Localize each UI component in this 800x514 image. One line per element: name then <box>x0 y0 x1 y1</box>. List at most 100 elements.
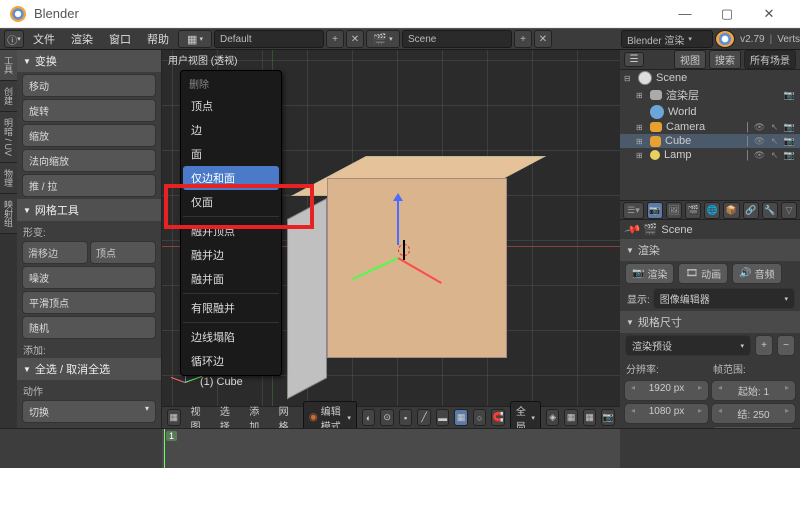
close-button[interactable]: ✕ <box>748 2 790 26</box>
prop-tab-scene[interactable]: 🎬 <box>685 202 701 219</box>
preset-add-button[interactable]: + <box>755 335 773 356</box>
outliner-editor-icon[interactable]: ☰ <box>624 52 644 67</box>
tab-shading-uv[interactable]: 明暗 / UV <box>0 112 17 163</box>
3d-viewport[interactable]: 用户视图 (透视) zy (1) Cube 删除 顶点 边 面 仅边和面 仅面 <box>162 50 620 428</box>
btn-scale[interactable]: 缩放 <box>22 124 156 147</box>
editor-type-icon[interactable]: ▦ <box>167 409 181 426</box>
minimize-button[interactable]: — <box>664 2 706 26</box>
scene-remove-button[interactable]: ✕ <box>534 30 552 48</box>
outliner-filter[interactable]: 所有场景 <box>744 50 796 69</box>
render-icon[interactable]: 📷 <box>783 136 796 147</box>
cursor-icon[interactable]: ↖ <box>768 122 781 133</box>
pin-icon[interactable]: 📌 <box>624 220 642 238</box>
layout-remove-button[interactable]: ✕ <box>346 30 364 48</box>
prop-tab-data[interactable]: ▽ <box>781 202 797 219</box>
eye-icon[interactable]: 👁 <box>753 136 766 147</box>
render-icon[interactable]: 📷 <box>783 122 796 133</box>
outliner-renderlayers[interactable]: ⊞ 渲染层 📷 <box>620 86 800 104</box>
vp-menu-view[interactable]: 视图 <box>186 403 210 429</box>
outliner-camera[interactable]: ⊞ Camera | 👁↖📷 <box>620 120 800 134</box>
btn-noise[interactable]: 噪波 <box>22 266 156 289</box>
vp-menu-select[interactable]: 选择 <box>215 403 239 429</box>
btn-randomize[interactable]: 随机 <box>22 316 156 339</box>
render-panel-header[interactable]: 渲染 <box>620 239 800 261</box>
layout-selector[interactable]: Default <box>214 30 324 48</box>
limit-selection-icon[interactable]: ▦ <box>454 409 468 426</box>
restrict-render-icon[interactable]: 📷 <box>783 90 796 101</box>
ctx-faces[interactable]: 面 <box>183 142 279 166</box>
btn-edge-slide[interactable]: 滑移边 <box>22 241 88 264</box>
btn-smooth-vertex[interactable]: 平滑顶点 <box>22 291 156 314</box>
prop-editor-icon[interactable]: ☰▾ <box>623 202 644 219</box>
btn-animation[interactable]: 🎞动画 <box>678 263 728 284</box>
orientation-selector[interactable]: 全局▾ <box>510 401 541 429</box>
layout-add-button[interactable]: + <box>326 30 344 48</box>
btn-vertex-slide[interactable]: 顶点 <box>90 241 156 264</box>
btn-shrink-fatten[interactable]: 法向缩放 <box>22 149 156 172</box>
timeline[interactable]: 1 <box>0 428 800 468</box>
pivot-icon[interactable]: ⊙ <box>380 409 394 426</box>
render-preset-selector[interactable]: 渲染预设▾ <box>625 335 751 356</box>
outliner-scene[interactable]: ⊟ Scene <box>620 70 800 86</box>
btn-push-pull[interactable]: 推 / 拉 <box>22 174 156 197</box>
menu-render[interactable]: 渲染 <box>64 31 100 47</box>
occlude-icon[interactable]: ▦ <box>583 409 597 426</box>
resolution-x-field[interactable]: 1920 px <box>624 380 709 401</box>
scene-icon[interactable]: 🎬▾ <box>366 30 400 48</box>
panel-transform-header[interactable]: 变换 <box>17 50 161 72</box>
breadcrumb-scene[interactable]: Scene <box>661 224 692 236</box>
panel-selectall-header[interactable]: 全选 / 取消全选 <box>17 358 161 380</box>
timeline-track[interactable]: 1 <box>162 429 620 468</box>
render-icon[interactable]: 📷 <box>783 150 796 161</box>
info-header-icon[interactable]: ⓘ▾ <box>4 30 24 48</box>
frame-start-field[interactable]: 起始: 1 <box>711 380 796 401</box>
scene-add-button[interactable]: + <box>514 30 532 48</box>
ctx-edge-collapse[interactable]: 边线塌陷 <box>183 325 279 349</box>
ctx-vertices[interactable]: 顶点 <box>183 94 279 118</box>
btn-translate[interactable]: 移动 <box>22 74 156 97</box>
display-selector[interactable]: 图像编辑器▾ <box>653 288 795 309</box>
tab-grease[interactable]: 映射组 <box>0 194 17 234</box>
prop-tab-world[interactable]: 🌐 <box>704 202 720 219</box>
cube-mesh[interactable] <box>327 138 587 368</box>
gizmo-z-axis[interactable] <box>397 195 399 245</box>
frame-end-field[interactable]: 结: 250 <box>711 403 796 424</box>
snap-icon[interactable]: 🧲 <box>491 409 505 426</box>
prop-tab-object[interactable]: 📦 <box>723 202 739 219</box>
vp-menu-mesh[interactable]: 网格 <box>274 403 298 429</box>
cursor-icon[interactable]: ↖ <box>768 150 781 161</box>
prop-tab-renderlayers[interactable]: 🖼 <box>666 202 682 219</box>
ctx-limited-dissolve[interactable]: 有限融并 <box>183 296 279 320</box>
menu-file[interactable]: 文件 <box>26 31 62 47</box>
resolution-y-field[interactable]: 1080 px <box>624 403 709 424</box>
outliner-search[interactable]: 搜索 <box>709 50 741 69</box>
scene-selector[interactable]: Scene <box>402 30 512 48</box>
menu-window[interactable]: 窗口 <box>102 31 138 47</box>
btn-audio[interactable]: 🔊音频 <box>732 263 781 284</box>
outliner-world[interactable]: World <box>620 104 800 120</box>
ctx-dissolve-faces[interactable]: 融并面 <box>183 267 279 291</box>
ctx-edges[interactable]: 边 <box>183 118 279 142</box>
tab-create[interactable]: 创建 <box>0 81 17 112</box>
layers-icon[interactable]: ▦ <box>564 409 578 426</box>
timeline-playhead[interactable] <box>164 429 165 468</box>
dimensions-panel-header[interactable]: 规格尺寸 <box>620 311 800 333</box>
outliner-lamp[interactable]: ⊞ Lamp | 👁↖📷 <box>620 148 800 162</box>
render-icon[interactable]: 📷 <box>601 409 615 426</box>
vp-menu-add[interactable]: 添加 <box>244 403 268 429</box>
cursor-icon[interactable]: ↖ <box>768 136 781 147</box>
panel-meshtools-header[interactable]: 网格工具 <box>17 199 161 221</box>
ctx-edge-loops[interactable]: 循环边 <box>183 349 279 373</box>
outliner-view[interactable]: 视图 <box>674 50 706 69</box>
mode-selector[interactable]: ◉编辑模式▾ <box>303 401 357 429</box>
ctx-dissolve-edges[interactable]: 融并边 <box>183 243 279 267</box>
select-edge-icon[interactable]: ╱ <box>417 409 431 426</box>
select-vertex-icon[interactable]: ▪ <box>399 409 413 426</box>
outliner-cube[interactable]: ⊞ Cube | 👁↖📷 <box>620 134 800 148</box>
action-toggle-dropdown[interactable]: 切换▾ <box>22 400 156 423</box>
eye-icon[interactable]: 👁 <box>753 122 766 133</box>
proportional-icon[interactable]: ○ <box>473 409 487 426</box>
preset-remove-button[interactable]: − <box>777 335 795 356</box>
prop-tab-constraints[interactable]: 🔗 <box>743 202 759 219</box>
select-face-icon[interactable]: ▬ <box>436 409 450 426</box>
